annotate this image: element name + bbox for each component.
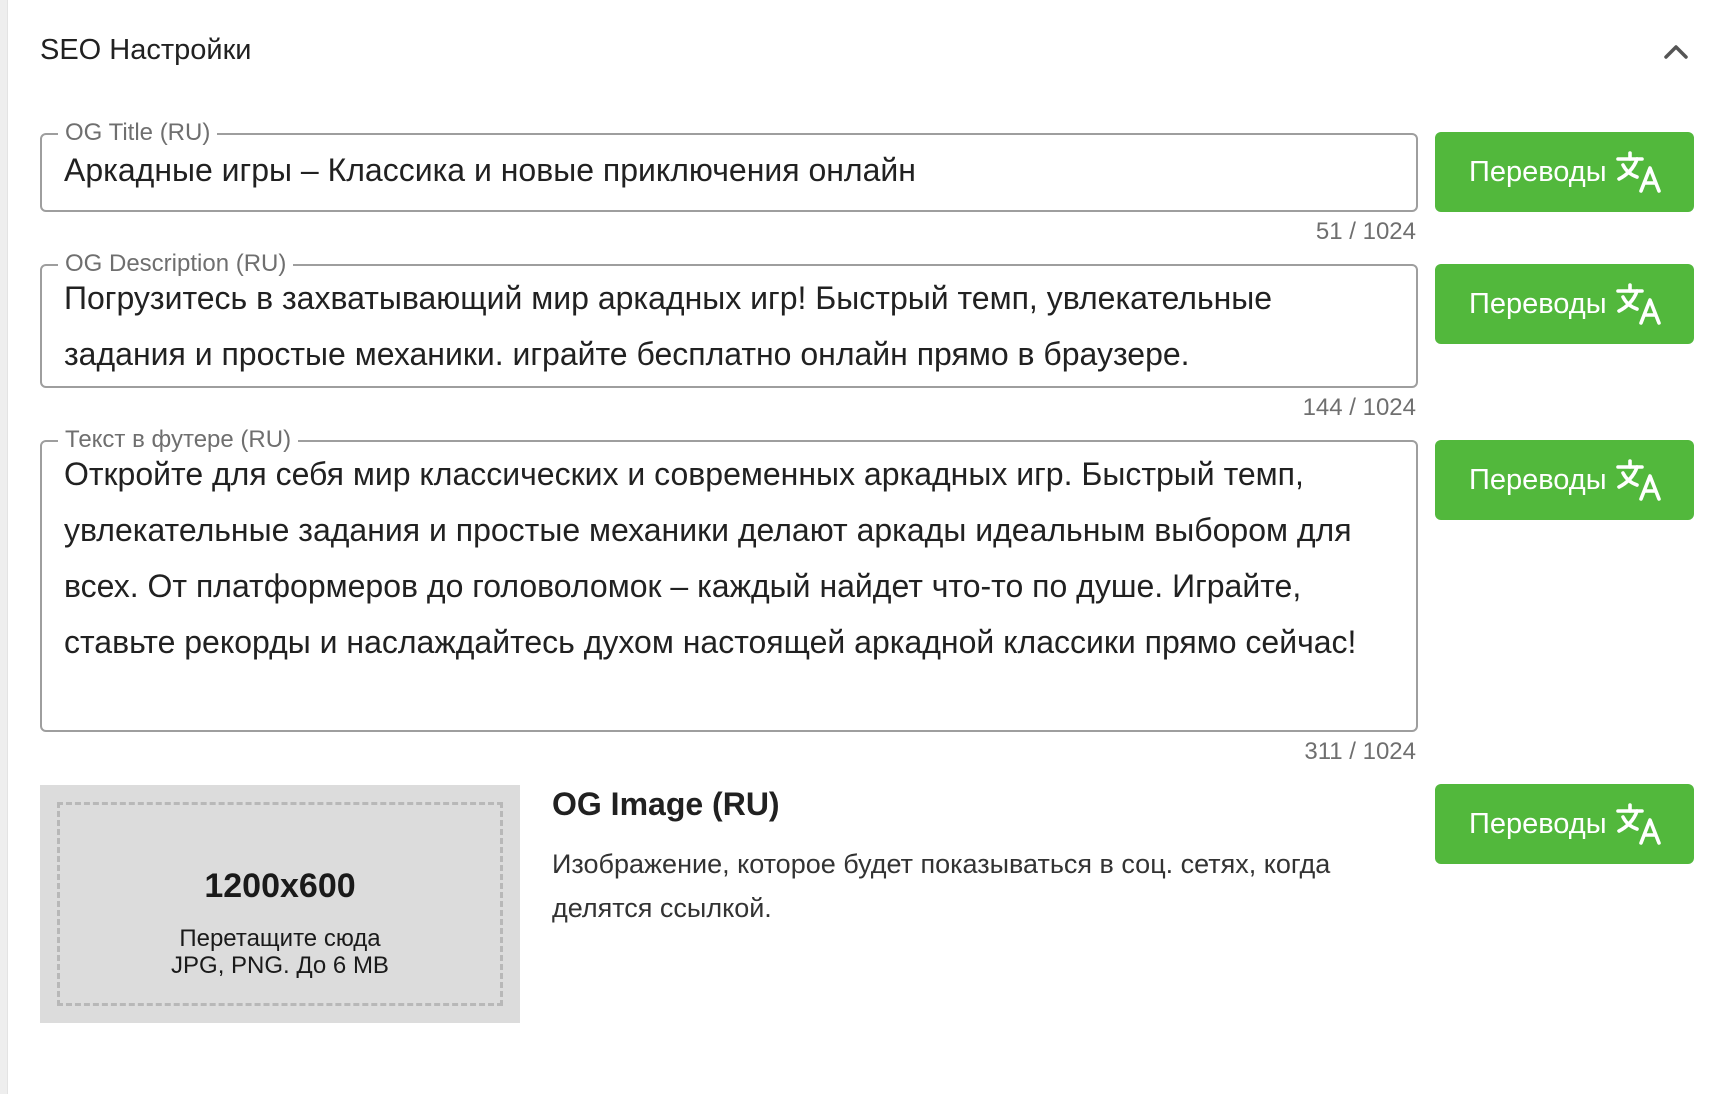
translations-button-label: Переводы xyxy=(1469,808,1607,840)
panel-header[interactable]: SEO Настройки xyxy=(40,30,1700,74)
og-title-input[interactable]: Аркадные игры – Классика и новые приключ… xyxy=(64,145,1398,195)
chevron-up-icon xyxy=(1664,45,1688,59)
footer-text-translations-button[interactable]: Переводы xyxy=(1435,440,1694,520)
og-description-translations-button[interactable]: Переводы xyxy=(1435,264,1694,344)
dropzone-hint: Перетащите сюда JPG, PNG. До 6 MB xyxy=(60,925,500,979)
og-title-translations-button[interactable]: Переводы xyxy=(1435,132,1694,212)
seo-settings-page: SEO Настройки OG Title (RU) Аркадные игр… xyxy=(0,0,1734,1094)
collapse-button[interactable] xyxy=(1658,34,1694,70)
og-title-label: OG Title (RU) xyxy=(58,119,218,147)
translate-icon xyxy=(1616,803,1661,845)
og-image-translations-button[interactable]: Переводы xyxy=(1435,784,1694,864)
dropzone-hint-drag: Перетащите сюда xyxy=(179,925,381,952)
translate-icon xyxy=(1616,151,1661,193)
panel-left-border xyxy=(0,0,8,1094)
footer-text-field[interactable]: Текст в футере (RU) Откройте для себя ми… xyxy=(40,426,1418,732)
dropzone-dashed-border: 1200x600 Перетащите сюда JPG, PNG. До 6 … xyxy=(57,802,503,1006)
translations-button-label: Переводы xyxy=(1469,156,1607,188)
og-description-counter: 144 / 1024 xyxy=(1302,394,1416,421)
og-description-input[interactable]: Погрузитесь в захватывающий мир аркадных… xyxy=(64,270,1398,382)
translate-icon xyxy=(1616,459,1661,501)
og-title-field[interactable]: OG Title (RU) Аркадные игры – Классика и… xyxy=(40,119,1418,212)
og-image-dropzone[interactable]: 1200x600 Перетащите сюда JPG, PNG. До 6 … xyxy=(40,785,520,1023)
dropzone-hint-formats: JPG, PNG. До 6 MB xyxy=(171,952,389,979)
footer-text-counter: 311 / 1024 xyxy=(1304,738,1416,765)
og-title-counter: 51 / 1024 xyxy=(1315,218,1416,245)
translations-button-label: Переводы xyxy=(1469,464,1607,496)
og-description-field[interactable]: OG Description (RU) Погрузитесь в захват… xyxy=(40,250,1418,388)
translations-button-label: Переводы xyxy=(1469,288,1607,320)
translate-icon xyxy=(1616,283,1661,325)
og-image-description: Изображение, которое будет показываться … xyxy=(552,849,1331,923)
panel-title: SEO Настройки xyxy=(40,34,252,66)
footer-text-input[interactable]: Откройте для себя мир классических и сов… xyxy=(64,446,1398,670)
dropzone-size: 1200x600 xyxy=(204,867,356,905)
og-image-title: OG Image (RU) xyxy=(552,786,780,822)
